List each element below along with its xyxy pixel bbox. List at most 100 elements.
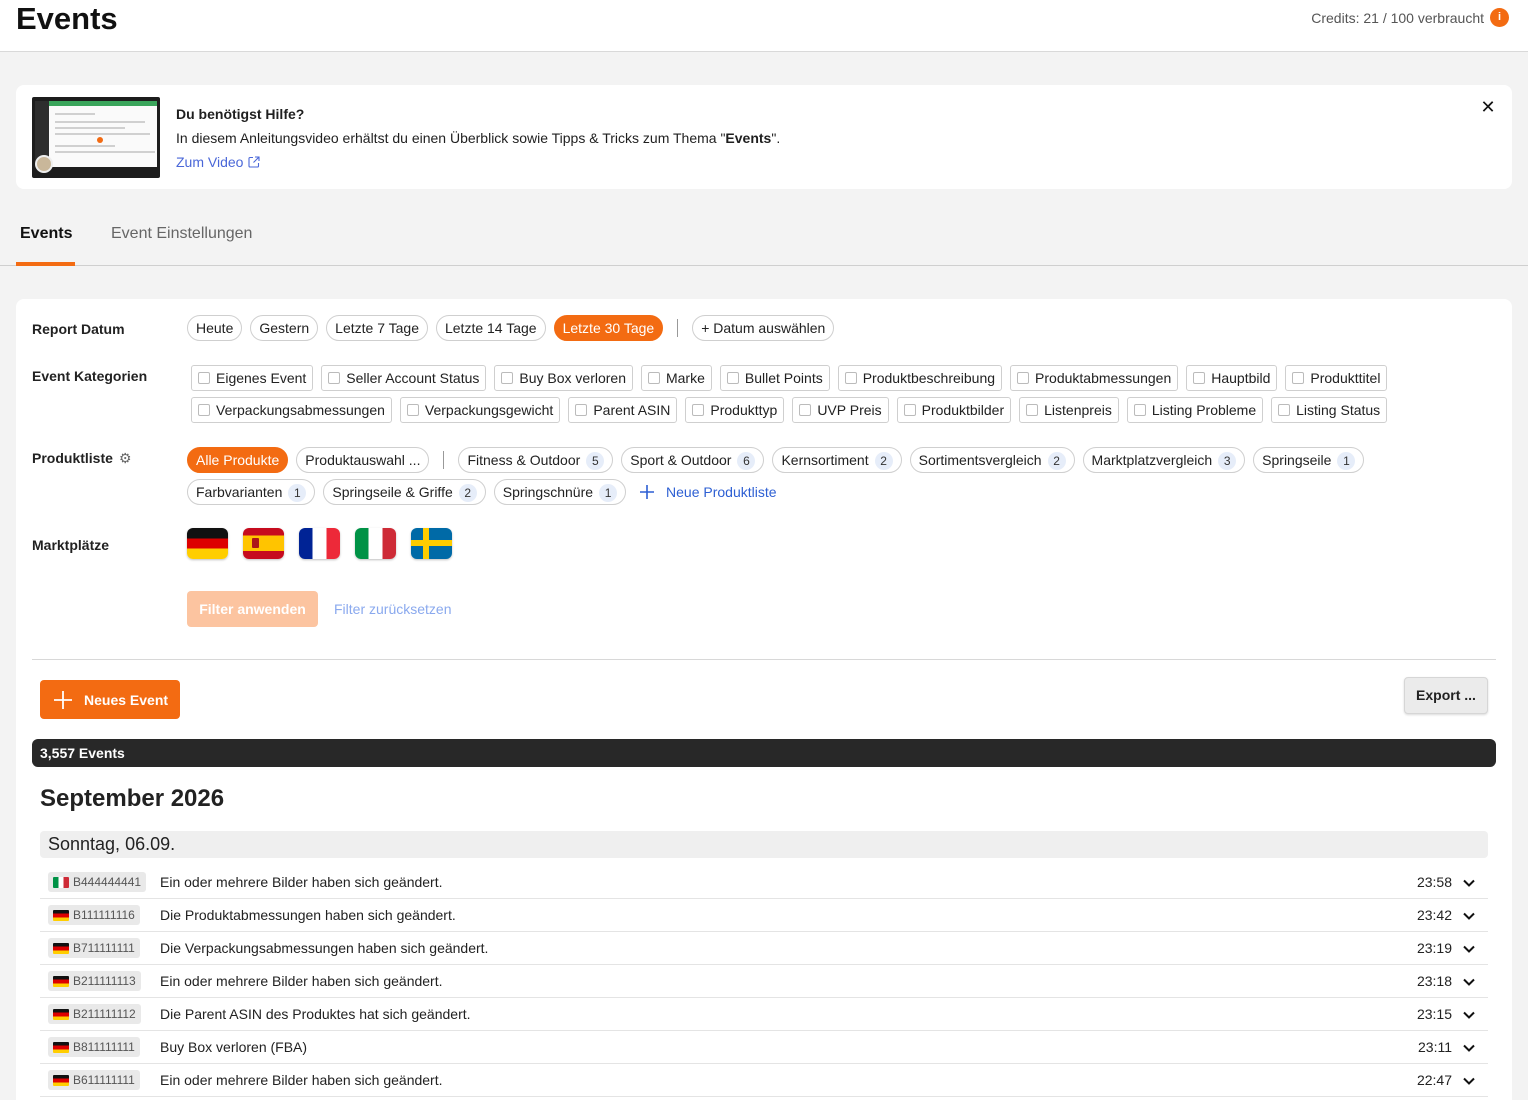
custom-date-button[interactable]: + Datum auswählen: [692, 315, 835, 341]
category-checkbox[interactable]: Produkttyp: [685, 397, 785, 423]
top-bar: Events Credits: 21 / 100 verbraucht i: [0, 0, 1528, 52]
product-list-pill[interactable]: Kernsortiment 2: [772, 447, 902, 473]
tab-bar: Events Event Einstellungen: [0, 214, 1528, 266]
category-checkbox[interactable]: Listing Status: [1271, 397, 1388, 423]
product-list-pill[interactable]: Springseile & Griffe 2: [323, 479, 486, 505]
date-option-14-days[interactable]: Letzte 14 Tage: [435, 315, 546, 341]
help-description: In diesem Anleitungsvideo erhältst du ei…: [176, 130, 781, 146]
plus-icon: [640, 485, 655, 499]
asin-badge[interactable]: B211111112: [48, 1004, 141, 1024]
close-icon[interactable]: ✕: [1480, 97, 1496, 117]
flag-fr-icon[interactable]: [299, 528, 340, 559]
asin-badge[interactable]: B211111113: [48, 971, 141, 991]
chevron-down-icon[interactable]: [1462, 1008, 1476, 1022]
chevron-down-icon[interactable]: [1462, 909, 1476, 923]
flag-es-icon[interactable]: [243, 528, 284, 559]
category-checkbox[interactable]: Hauptbild: [1186, 365, 1278, 391]
chevron-down-icon[interactable]: [1462, 1074, 1476, 1088]
event-time: 23:15: [1416, 1006, 1452, 1022]
product-list-pill[interactable]: Fitness & Outdoor 5: [458, 447, 614, 473]
chevron-down-icon[interactable]: [1462, 876, 1476, 890]
count-badge: 6: [737, 452, 756, 470]
section-divider: [32, 659, 1496, 660]
marketplaces-label: Marktplätze: [32, 537, 110, 553]
event-row[interactable]: B611111111 Ein oder mehrere Bilder haben …: [40, 1064, 1488, 1097]
flag-it-icon[interactable]: [355, 528, 396, 559]
event-row[interactable]: B711111111 Die Verpackungsabmessungen hab…: [40, 932, 1488, 965]
category-checkbox[interactable]: Listing Probleme: [1126, 397, 1264, 423]
checkbox-icon: [1292, 372, 1305, 384]
product-list-pill[interactable]: Springschnüre 1: [493, 479, 627, 505]
reset-filter-link[interactable]: Filter zurücksetzen: [334, 591, 451, 627]
info-icon[interactable]: i: [1490, 8, 1509, 27]
category-checkbox[interactable]: Verpackungsabmessungen: [191, 397, 392, 423]
presenter-avatar: [35, 155, 53, 173]
product-list-pill[interactable]: Sport & Outdoor 6: [621, 447, 765, 473]
event-row[interactable]: B811111111 Buy Box verloren (FBA) 23:11: [40, 1031, 1488, 1064]
checkbox-icon: [647, 372, 660, 384]
category-checkbox[interactable]: Marke: [640, 365, 712, 391]
product-selection-button[interactable]: Produktauswahl ...: [296, 447, 430, 473]
date-option-today[interactable]: Heute: [187, 315, 243, 341]
product-list-pill[interactable]: Farbvarianten 1: [187, 479, 316, 505]
new-event-button[interactable]: Neues Event: [40, 680, 180, 719]
count-badge: 5: [586, 452, 605, 470]
chevron-down-icon[interactable]: [1462, 1041, 1476, 1055]
event-row[interactable]: B211111112 Die Parent ASIN des Produktes …: [40, 998, 1488, 1031]
event-categories-label: Event Kategorien: [32, 368, 148, 384]
event-row[interactable]: B444444441 Ein oder mehrere Bilder haben …: [40, 866, 1488, 899]
apply-filter-button[interactable]: Filter anwenden: [187, 591, 318, 627]
checkbox-icon: [844, 372, 857, 384]
event-row[interactable]: B111111116 Die Produktabmessungen haben s…: [40, 899, 1488, 932]
count-badge: 1: [288, 484, 307, 502]
asin-badge[interactable]: B711111111: [48, 938, 140, 958]
event-description: Ein oder mehrere Bilder haben sich geänd…: [160, 874, 443, 890]
asin-badge[interactable]: B111111116: [48, 905, 140, 925]
category-checkbox[interactable]: Bullet Points: [719, 365, 830, 391]
category-checkbox[interactable]: Verpackungsgewicht: [399, 397, 561, 423]
product-list-pill[interactable]: Springseile 1: [1253, 447, 1365, 473]
checkbox-icon: [692, 404, 705, 416]
month-heading: September 2026: [40, 785, 225, 812]
asin-badge[interactable]: B811111111: [48, 1037, 140, 1057]
category-checkbox[interactable]: Produktbilder: [896, 397, 1012, 423]
gear-icon[interactable]: ⚙: [119, 449, 132, 467]
credits-usage: Credits: 21 / 100 verbraucht: [1311, 10, 1484, 26]
category-checkbox[interactable]: Listenpreis: [1019, 397, 1119, 423]
video-thumbnail[interactable]: [32, 97, 160, 178]
category-checkbox[interactable]: Seller Account Status: [321, 365, 487, 391]
category-checkbox[interactable]: Produkttitel: [1285, 365, 1388, 391]
category-checkbox[interactable]: Eigenes Event: [191, 365, 314, 391]
checkbox-icon: [575, 404, 588, 416]
external-link-icon: [248, 156, 261, 168]
date-option-7-days[interactable]: Letzte 7 Tage: [326, 315, 428, 341]
count-badge: 3: [1218, 452, 1237, 470]
category-checkbox[interactable]: Produktbeschreibung: [837, 365, 1003, 391]
category-checkbox[interactable]: Produktabmessungen: [1010, 365, 1179, 391]
tab-event-settings[interactable]: Event Einstellungen: [111, 214, 252, 266]
chevron-down-icon[interactable]: [1462, 942, 1476, 956]
category-checkbox[interactable]: Parent ASIN: [568, 397, 678, 423]
tab-events[interactable]: Events: [20, 214, 72, 266]
category-checkbox[interactable]: Buy Box verloren: [494, 365, 633, 391]
date-option-30-days[interactable]: Letzte 30 Tage: [553, 315, 664, 341]
event-count-bar: 3,557 Events: [32, 739, 1496, 767]
flag-de-icon[interactable]: [187, 528, 228, 559]
asin-badge[interactable]: B611111111: [48, 1070, 140, 1090]
flag-se-icon[interactable]: [411, 528, 452, 559]
chevron-down-icon[interactable]: [1462, 975, 1476, 989]
video-link[interactable]: Zum Video: [176, 153, 261, 171]
all-products-button[interactable]: Alle Produkte: [187, 447, 289, 473]
new-product-list-button[interactable]: Neue Produktliste: [638, 479, 777, 505]
export-button[interactable]: Export ...: [1404, 677, 1488, 714]
product-list-pill[interactable]: Sortimentsvergleich 2: [909, 447, 1075, 473]
flag-de-icon: [53, 1074, 69, 1086]
event-row[interactable]: B211111113 Ein oder mehrere Bilder haben …: [40, 965, 1488, 998]
divider: [443, 451, 445, 469]
product-list-pill[interactable]: Marktplatzvergleich 3: [1082, 447, 1246, 473]
count-badge: 2: [1047, 452, 1066, 470]
asin-badge[interactable]: B444444441: [48, 872, 147, 892]
category-checkbox[interactable]: UVP Preis: [792, 397, 889, 423]
date-option-yesterday[interactable]: Gestern: [250, 315, 319, 341]
count-badge: 2: [874, 452, 893, 470]
